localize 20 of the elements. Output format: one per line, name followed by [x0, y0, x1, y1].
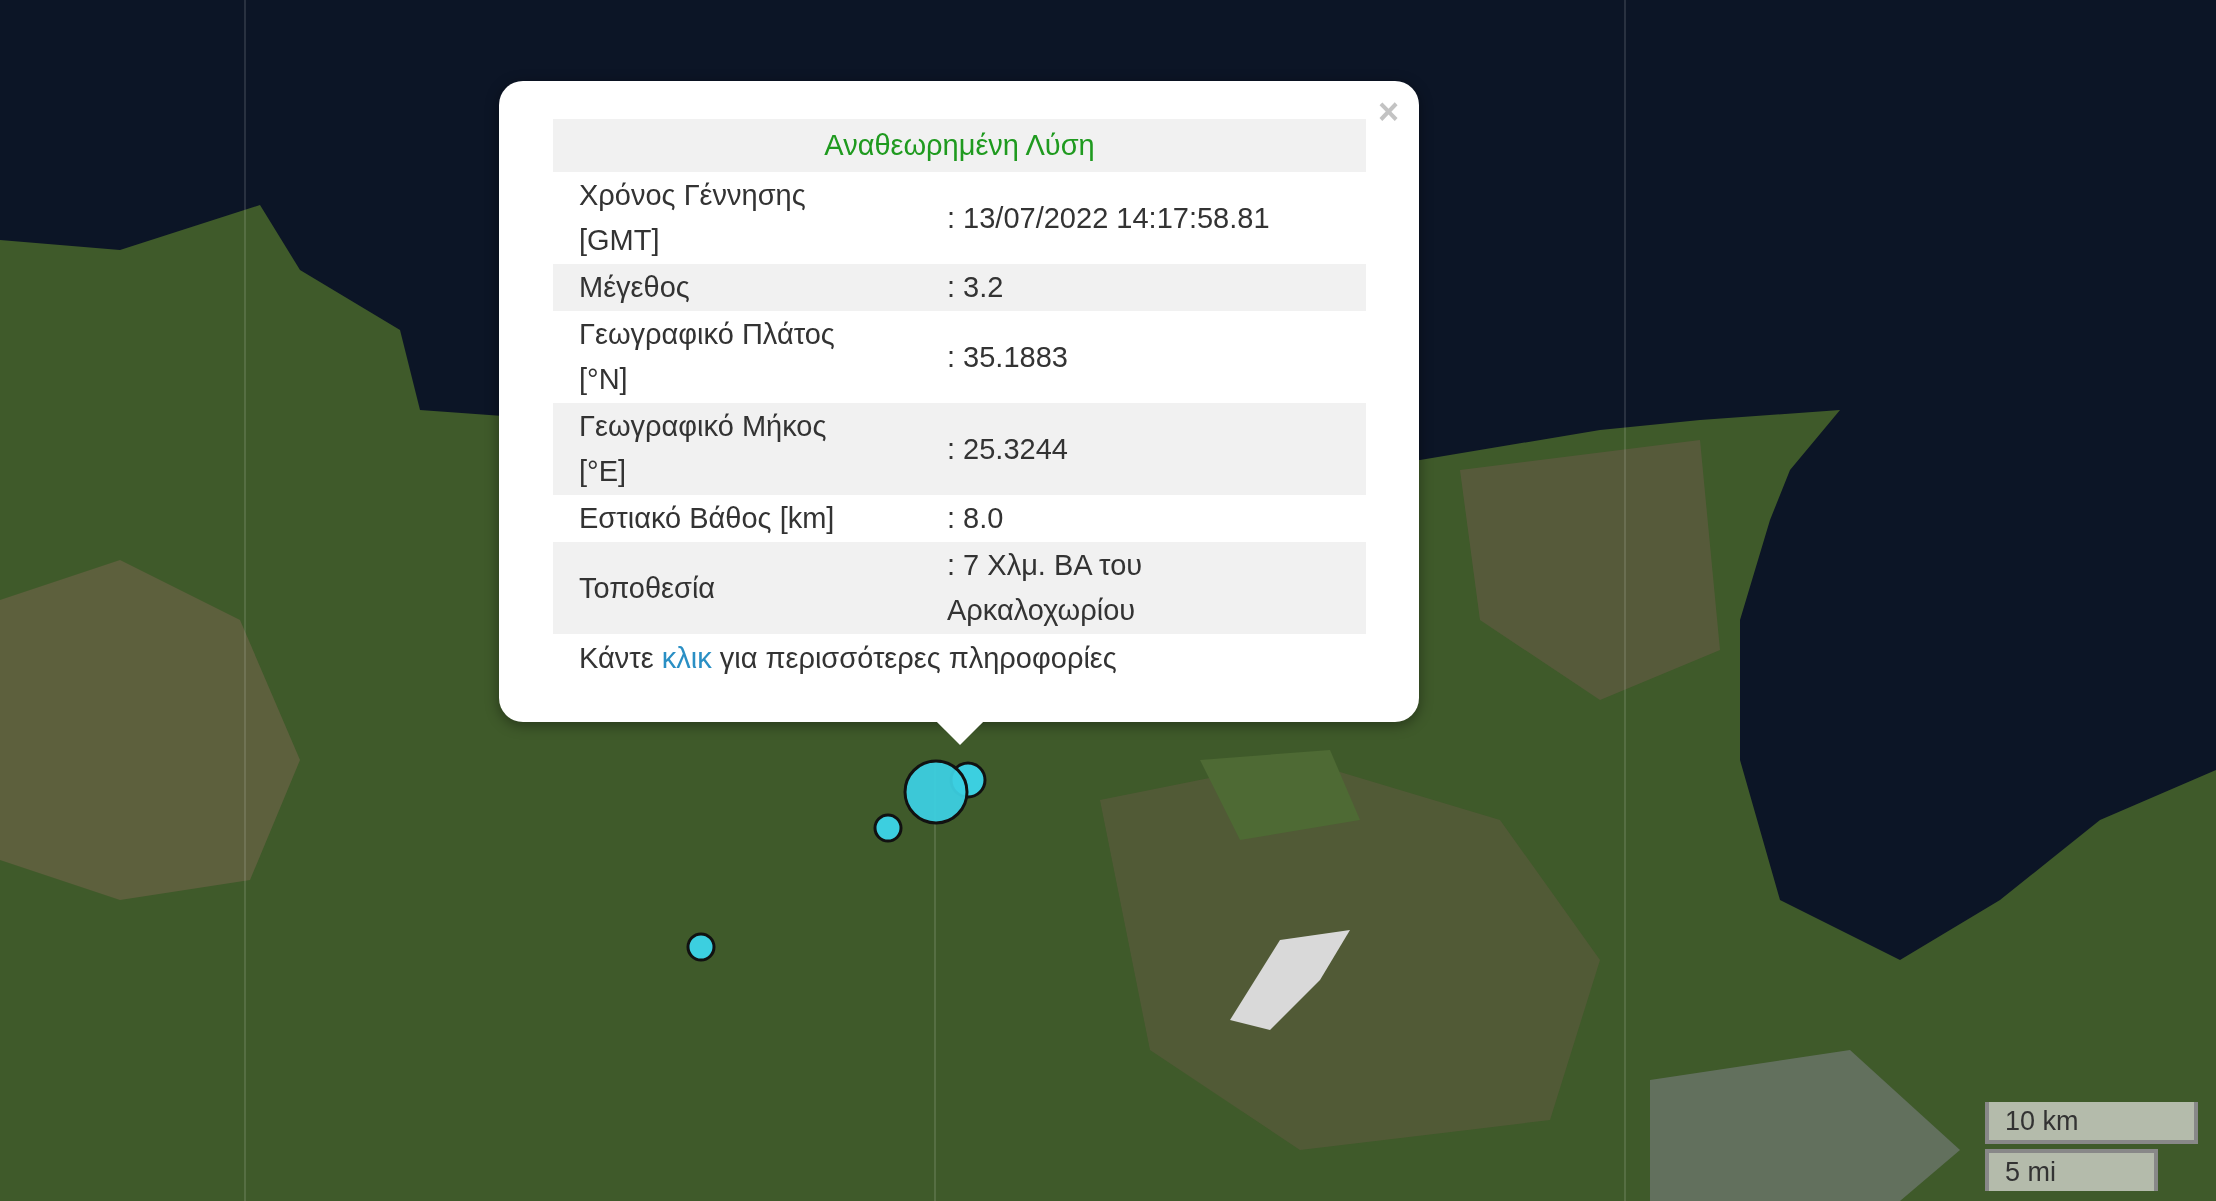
- more-info-link[interactable]: κλικ: [661, 642, 712, 674]
- field-label: Χρόνος Γέννησης [GMT]: [553, 172, 947, 264]
- field-label: Μέγεθος: [553, 264, 947, 311]
- more-info-text: Κάντε κλικ για περισσότερες πληροφορίες: [578, 641, 1118, 676]
- earthquake-marker[interactable]: [686, 932, 716, 962]
- field-value: : 8.0: [947, 495, 1366, 542]
- earthquake-marker[interactable]: [903, 759, 969, 825]
- popup-title: Αναθεωρημένη Λύση: [553, 119, 1366, 172]
- field-label: Τοποθεσία: [553, 542, 947, 634]
- scale-bar-metric: 10 km: [1985, 1102, 2198, 1144]
- field-value: : 3.2: [947, 264, 1366, 311]
- scale-bar-imperial: 5 mi: [1985, 1149, 2158, 1191]
- field-label: Γεωγραφικό Μήκος [°E]: [553, 403, 947, 495]
- field-value: : 25.3244: [947, 403, 1366, 495]
- field-label: Γεωγραφικό Πλάτος [°N]: [553, 311, 947, 403]
- field-value: : 13/07/2022 14:17:58.81: [947, 172, 1366, 264]
- field-value: : 35.1883: [947, 311, 1366, 403]
- field-value: : 7 Χλμ. ΒΑ του Αρκαλοχωρίου: [947, 542, 1366, 634]
- earthquake-marker[interactable]: [873, 813, 903, 843]
- field-label: Εστιακό Βάθος [km]: [553, 495, 947, 542]
